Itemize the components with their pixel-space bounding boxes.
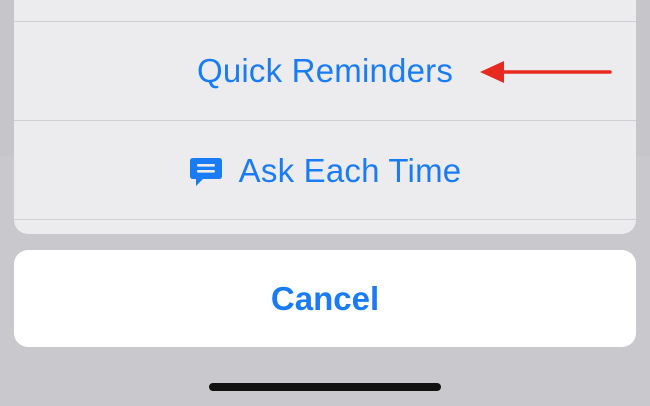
separator: [14, 219, 636, 220]
quick-reminders-label: Quick Reminders: [196, 52, 454, 89]
cancel-label: Cancel: [270, 279, 380, 317]
separator: [14, 120, 636, 121]
ask-each-time-label: Ask Each Time: [238, 152, 462, 189]
ask-each-time-option[interactable]: Ask Each Time: [14, 122, 636, 220]
home-indicator[interactable]: [209, 383, 441, 391]
action-sheet-options: Quick Reminders Ask Each Time: [14, 0, 636, 234]
cancel-button[interactable]: Cancel: [14, 250, 636, 347]
message-icon: [189, 158, 222, 186]
red-arrow-annotation-icon: [480, 61, 612, 83]
